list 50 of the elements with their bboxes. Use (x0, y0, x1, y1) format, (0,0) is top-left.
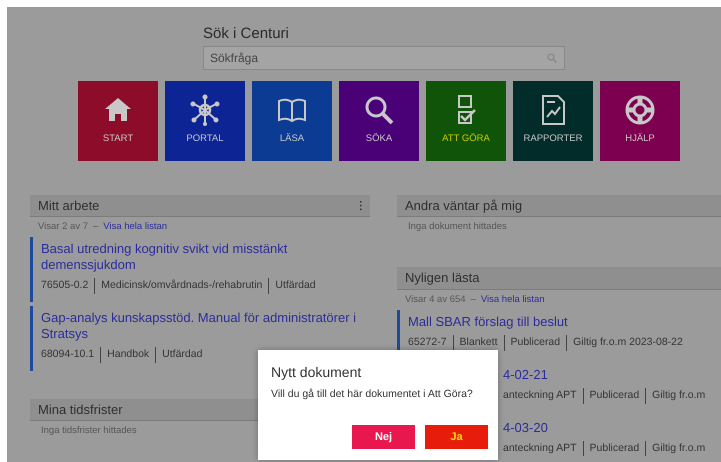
panel-title: Mina tidsfrister (38, 400, 123, 419)
document-meta: Publicerad (582, 388, 640, 404)
search-icon (363, 94, 395, 126)
document-link[interactable]: Basal utredning kognitiv svikt vid misstänkt demenssjukdom (41, 241, 362, 274)
search-icon[interactable] (547, 52, 557, 62)
tile-button[interactable]: START (78, 80, 158, 160)
item-count: Visar 4 av 654 (405, 294, 466, 305)
document-link[interactable]: Mall SBAR förslag till beslut (408, 314, 713, 330)
document-meta: Utfärdad (268, 278, 316, 294)
dialog-button[interactable]: Ja (425, 424, 488, 449)
panel-title: Andra väntar på mig (405, 196, 522, 215)
dialog-message: Vill du gå till det här dokumentet i Att Göra? (271, 387, 474, 402)
network-icon (189, 94, 221, 126)
panel-title: Nyligen lästa (405, 269, 480, 288)
document-meta: 68094-10.1 (41, 347, 94, 362)
panel-title: Mitt arbete (38, 196, 100, 214)
document-meta: Medicinsk/omvårdnads-/rehabrutin (94, 278, 262, 294)
item-count: Visar 2 av 7 (38, 221, 88, 232)
document-meta: 76505-0.2 (41, 278, 88, 294)
document-meta: Giltig fr.o.m (645, 388, 706, 404)
separator: – (93, 221, 98, 232)
search-heading: Sök i Centuri (203, 24, 289, 44)
document-meta: Giltig fr.o.m (645, 440, 706, 456)
menu-icon[interactable]: ⁝ (359, 196, 362, 215)
tile-button[interactable]: LÄSA (252, 80, 332, 160)
separator: – (470, 294, 476, 305)
tile-button[interactable]: HJÄLP (600, 80, 680, 160)
document-meta: Utfärdad (155, 347, 202, 363)
tile-button[interactable]: PORTAL (165, 80, 245, 160)
dialog-title: Nytt dokument (271, 363, 362, 382)
tile-button[interactable]: ATT GÖRA (426, 80, 506, 160)
document-meta: Publicerad (504, 335, 560, 351)
empty-message: Inga tidsfrister hittades (40, 424, 138, 438)
document-meta: Handbok (100, 347, 150, 363)
dialog-button[interactable]: Nej (352, 424, 415, 449)
show-list-link[interactable]: Visa hela listan (103, 221, 168, 232)
document-meta: Giltig fr.o.m 2023-08-22 (566, 335, 683, 351)
tile-button[interactable]: RAPPORTER (513, 80, 593, 160)
empty-message: Inga dokument hittades (407, 220, 508, 234)
document-link[interactable]: Gap-analys kunskapsstöd. Manual för administratörer i Stratsys (41, 310, 362, 342)
tile-button[interactable]: SÖKA (339, 80, 419, 160)
lifebuoy-icon (624, 94, 656, 126)
document-meta: anteckning APT (503, 388, 577, 403)
document-meta: 65272-7 (408, 335, 447, 350)
document-meta: anteckning APT (503, 440, 577, 456)
document-meta: Publicerad (582, 440, 640, 456)
document-link[interactable]: 4-03-20 (503, 420, 713, 436)
show-list-link[interactable]: Visa hela listan (480, 294, 545, 305)
search-field[interactable]: Sökfråga (203, 46, 565, 70)
document-link[interactable]: 4-02-21 (503, 366, 713, 383)
